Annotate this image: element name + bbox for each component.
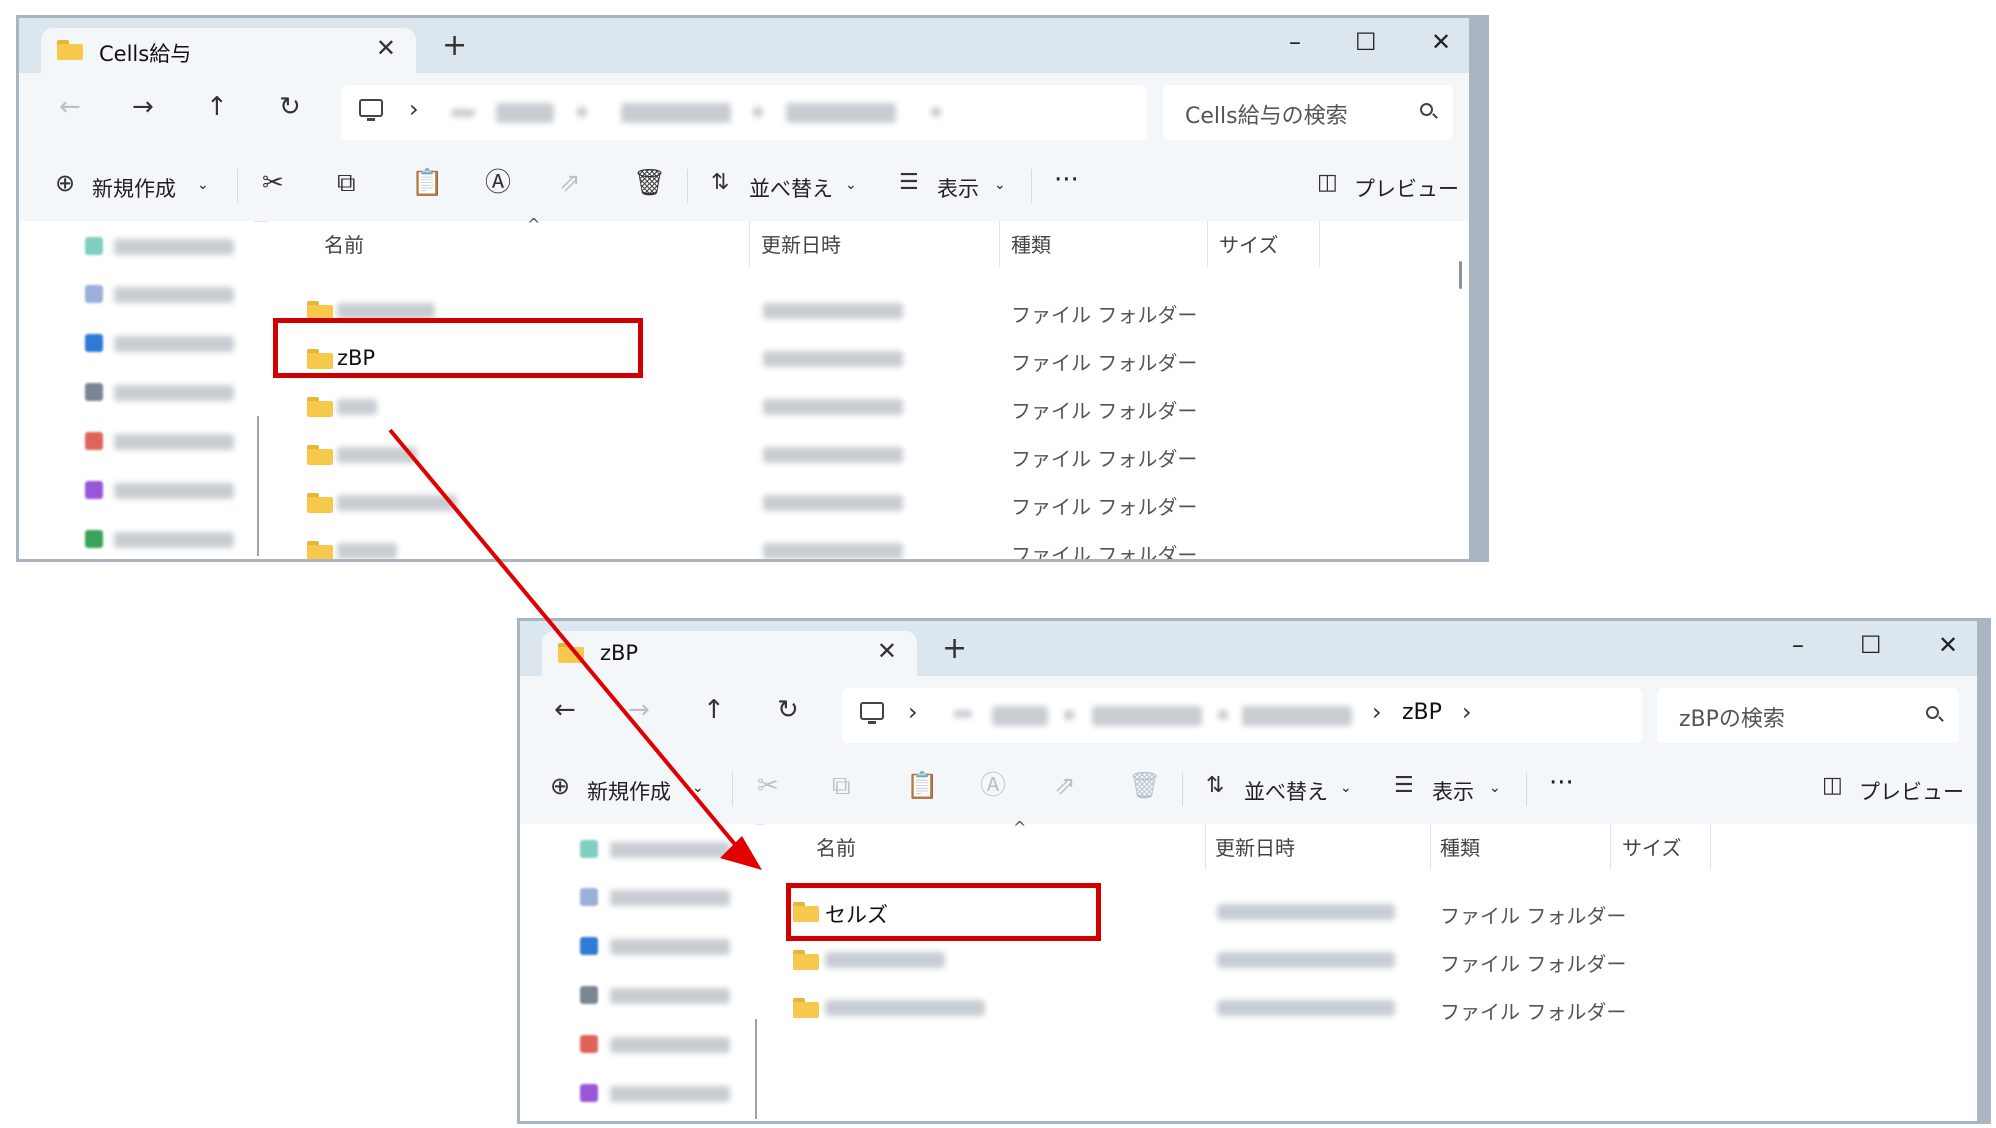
arrow-head bbox=[720, 836, 762, 870]
arrow-shaft bbox=[388, 428, 740, 850]
red-arrow-overlay bbox=[388, 428, 762, 870]
